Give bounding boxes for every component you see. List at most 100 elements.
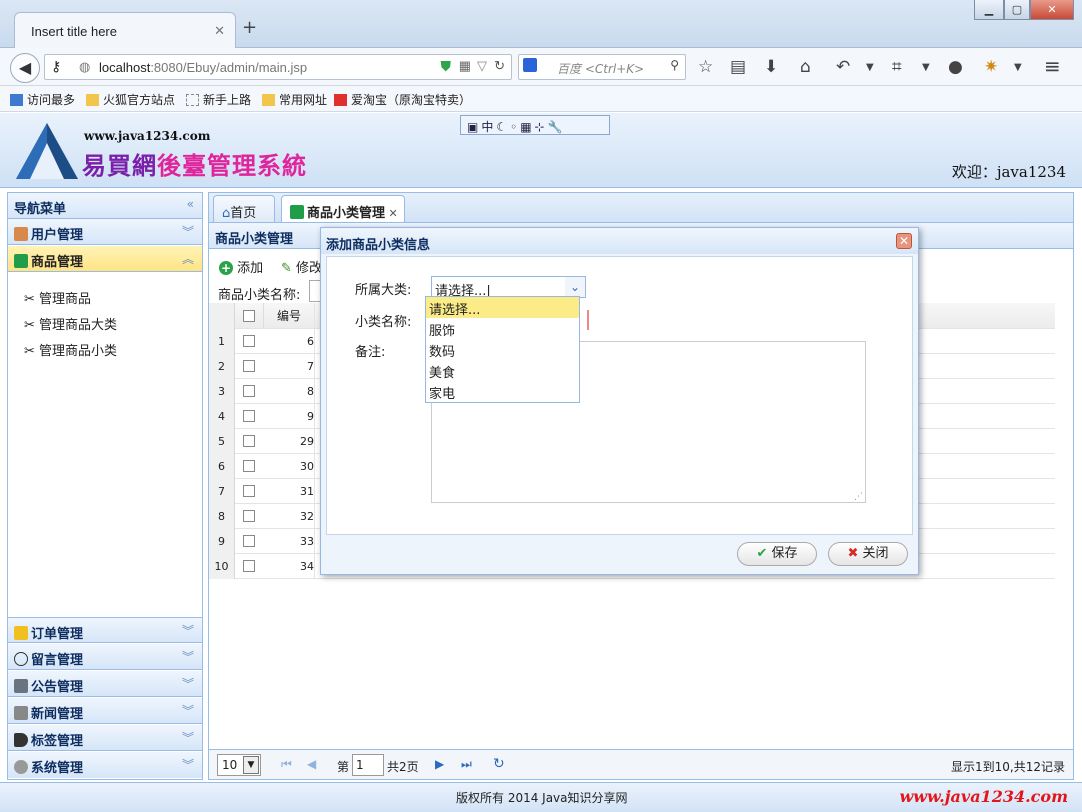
category-select[interactable]: 请选择...| ⌄ [431, 276, 586, 299]
ime-toolbar[interactable]: ▣中☾◦▦⊹🔧 [460, 115, 610, 135]
tab-close-icon[interactable]: ✕ [385, 207, 398, 220]
watermark: www.java1234.com [899, 787, 1068, 806]
menu-icon[interactable]: ≡ [1044, 54, 1061, 78]
maximize-button[interactable]: ▢ [1004, 0, 1030, 20]
row-checkbox[interactable] [243, 560, 255, 572]
bookmark-item[interactable]: 常用网址 [262, 91, 327, 108]
row-id: 7 [263, 354, 315, 379]
first-page-icon[interactable]: ⏮ [281, 757, 292, 772]
nav-group-tag[interactable]: 标签管理 ︾ [8, 725, 202, 751]
option-item[interactable]: 家电 [426, 381, 579, 402]
chevron-down-icon[interactable]: ▼ [866, 62, 874, 73]
resize-handle-icon[interactable]: ⋰ [854, 492, 863, 502]
tab-smalltype[interactable]: 商品小类管理 ✕ [281, 195, 405, 223]
nav-group-notice[interactable]: 公告管理 ︾ [8, 671, 202, 697]
dialog-close-button[interactable]: ✖ 关闭 [828, 542, 908, 566]
category-label: 所属大类: [355, 283, 412, 298]
row-checkbox[interactable] [243, 485, 255, 497]
page-size-select[interactable]: 10 ▼ [217, 754, 261, 776]
url-bar[interactable]: ⚷ ◍ localhost:8080/Ebuy/admin/main.jsp ⛊… [44, 54, 512, 80]
chat-icon[interactable]: ● [948, 57, 963, 77]
row-checkbox[interactable] [243, 460, 255, 472]
new-tab-icon[interactable]: + [242, 17, 257, 38]
save-button[interactable]: ✔ 保存 [737, 542, 817, 566]
chevron-down-icon: ︾ [181, 704, 194, 718]
tab-home[interactable]: ⌂首页 [213, 195, 275, 223]
bookmark-item[interactable]: 访问最多 [10, 91, 75, 108]
nav-item-manage-smalltype[interactable]: ✂ 管理商品小类 [24, 340, 117, 359]
row-checkbox[interactable] [243, 535, 255, 547]
download-icon[interactable]: ⬇ [764, 57, 778, 77]
home-icon[interactable]: ⌂ [800, 57, 811, 77]
close-window-button[interactable]: ✕ [1030, 0, 1074, 20]
bookmark-item[interactable]: 爱淘宝（原淘宝特卖） [334, 91, 471, 108]
bee-icon[interactable]: ✷ [984, 57, 998, 77]
last-page-icon[interactable]: ⏭ [461, 757, 472, 772]
prev-page-icon[interactable]: ◀ [307, 757, 316, 771]
search-icon[interactable]: ⚲ [670, 58, 679, 72]
tab-close-icon[interactable]: ✕ [214, 23, 225, 39]
row-checkbox[interactable] [243, 335, 255, 347]
reading-list-icon[interactable]: ▤ [730, 57, 746, 77]
dropdown-icon[interactable]: ▽ [477, 58, 487, 74]
page-number-input[interactable]: 1 [352, 754, 384, 776]
remark-label: 备注: [355, 345, 386, 360]
nav-group-news[interactable]: 新闻管理 ︾ [8, 698, 202, 724]
chevron-down-icon: ︾ [181, 624, 194, 638]
bookmark-item[interactable]: 新手上路 [186, 91, 251, 108]
row-number: 3 [209, 379, 235, 404]
folder-icon [262, 94, 275, 106]
nav-item-manage-goods[interactable]: ✂ 管理商品 [24, 288, 91, 307]
reload-icon[interactable]: ↻ [494, 58, 505, 74]
search-input[interactable]: 百度 <Ctrl+K> ⚲ [518, 54, 686, 80]
refresh-icon[interactable]: ↻ [493, 756, 505, 772]
row-checkbox[interactable] [243, 510, 255, 522]
nav-group-message[interactable]: 留言管理 ︾ [8, 644, 202, 670]
star-icon[interactable]: ☆ [698, 57, 713, 77]
qr-icon[interactable]: ▦ [459, 58, 471, 74]
collapse-left-icon[interactable]: « [187, 197, 194, 211]
option-item[interactable]: 服饰 [426, 318, 579, 339]
minimize-button[interactable]: ▁ [974, 0, 1004, 20]
row-checkbox[interactable] [243, 435, 255, 447]
dialog-title: 添加商品小类信息 [321, 228, 918, 254]
goods-icon [290, 205, 304, 219]
option-item[interactable]: 请选择... [426, 297, 579, 318]
browser-tab[interactable]: Insert title here ✕ [14, 12, 236, 48]
row-id: 34 [263, 554, 315, 579]
chevron-down-icon[interactable]: ▼ [1014, 62, 1022, 73]
col-header-id[interactable]: 编号 [263, 303, 315, 329]
select-all-checkbox[interactable] [243, 310, 255, 322]
tools-icon: ✂ [24, 318, 35, 333]
close-icon: ✖ [847, 546, 859, 561]
chevron-down-icon[interactable]: ⌄ [565, 277, 585, 297]
nav-group-user[interactable]: 用户管理 ︾ [8, 219, 202, 245]
row-checkbox[interactable] [243, 410, 255, 422]
tools-icon: ✂ [24, 292, 35, 307]
back-button[interactable]: ◀ [10, 53, 40, 83]
chevron-down-icon[interactable]: ▼ [922, 62, 930, 73]
row-checkbox[interactable] [243, 360, 255, 372]
nav-group-system[interactable]: 系统管理 ︾ [8, 752, 202, 778]
edit-button[interactable]: ✎ 修改 [281, 257, 322, 276]
nav-item-manage-bigtype[interactable]: ✂ 管理商品大类 [24, 314, 117, 333]
tools-icon: ✂ [24, 344, 35, 359]
add-button[interactable]: + 添加 [219, 257, 263, 276]
chevron-up-icon: ︽ [181, 252, 194, 266]
row-number: 10 [209, 554, 235, 579]
name-input-edge[interactable] [587, 310, 589, 330]
option-item[interactable]: 数码 [426, 339, 579, 360]
undo-icon[interactable]: ↶ [836, 57, 850, 77]
next-page-icon[interactable]: ▶ [435, 757, 444, 771]
close-icon[interactable]: ✕ [896, 233, 912, 249]
option-item[interactable]: 美食 [426, 360, 579, 381]
row-id: 31 [263, 479, 315, 504]
pencil-icon: ✎ [281, 261, 292, 276]
row-checkbox[interactable] [243, 385, 255, 397]
taobao-icon [334, 94, 347, 106]
row-number: 2 [209, 354, 235, 379]
nav-group-order[interactable]: 订单管理 ︾ [8, 617, 202, 643]
nav-group-goods[interactable]: 商品管理 ︽ [8, 246, 202, 272]
bookmark-item[interactable]: 火狐官方站点 [86, 91, 175, 108]
crop-icon[interactable]: ⌗ [892, 57, 902, 77]
